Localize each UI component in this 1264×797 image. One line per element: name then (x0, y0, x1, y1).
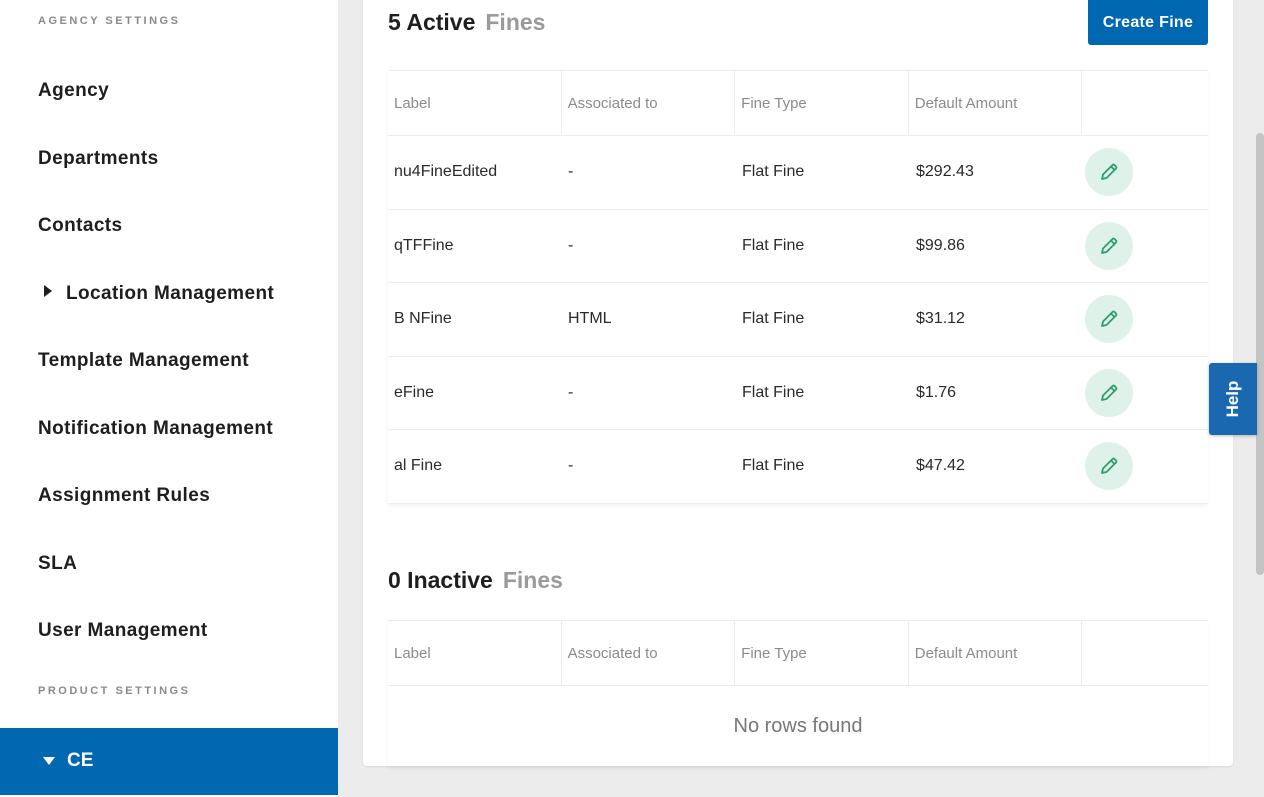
cell-associated: - (568, 383, 574, 401)
table-row: B NFine HTML Flat Fine $31.12 (388, 283, 1208, 357)
cell-associated: - (568, 236, 574, 254)
pencil-icon (1101, 163, 1118, 181)
table-header: Label Associated to Fine Type Default Am… (388, 70, 1208, 136)
table-header: Label Associated to Fine Type Default Am… (388, 620, 1208, 686)
scrollbar-thumb[interactable] (1256, 133, 1264, 575)
column-header-fine-type[interactable]: Fine Type (735, 71, 909, 135)
caret-down-icon (43, 757, 55, 765)
inactive-count: 0 Inactive (388, 567, 493, 593)
pencil-icon (1101, 237, 1118, 254)
sidebar-item-label: Location Management (66, 283, 275, 304)
column-header-fine-type[interactable]: Fine Type (735, 621, 909, 685)
edit-fine-button[interactable] (1085, 295, 1133, 344)
product-settings-label: PRODUCT SETTINGS (38, 685, 191, 697)
sidebar-item-label: Agency (38, 80, 110, 101)
sidebar-item-label: SLA (38, 553, 78, 574)
edit-fine-button[interactable] (1085, 368, 1133, 417)
cell-default-amount: $292.43 (916, 163, 974, 181)
pencil-icon (1101, 384, 1118, 401)
cell-label: eFine (394, 383, 435, 401)
cell-default-amount: $31.12 (916, 310, 965, 328)
cell-label: al Fine (394, 457, 443, 475)
sidebar-item-label: Assignment Rules (38, 485, 211, 506)
column-header-label[interactable]: Label (388, 71, 562, 135)
sidebar-item-notification-management[interactable]: Notification Management (38, 418, 273, 440)
sidebar-item-location-management[interactable]: Location Management (38, 283, 274, 305)
table-body: nu4FineEdited - Flat Fine $292.43 qTFFine - Fl… (388, 136, 1208, 504)
cell-default-amount: $47.42 (916, 457, 965, 475)
sidebar-item-label: Contacts (38, 215, 123, 236)
sidebar-item-user-management[interactable]: User Management (38, 620, 208, 642)
cell-associated: HTML (568, 310, 612, 328)
table-row: nu4FineEdited - Flat Fine $292.43 (388, 136, 1208, 210)
sidebar-item-label: Departments (38, 148, 159, 169)
cell-label: qTFFine (394, 236, 454, 254)
cell-fine-type: Flat Fine (742, 457, 805, 475)
column-header-actions (1082, 71, 1208, 135)
cell-label: B NFine (394, 310, 452, 328)
edit-fine-button[interactable] (1085, 148, 1133, 197)
edit-fine-button[interactable] (1085, 221, 1133, 270)
help-label: Help (1223, 380, 1242, 418)
sidebar-item-contacts[interactable]: Contacts (38, 215, 123, 237)
inactive-fines-heading: 0 Inactive Fines (388, 567, 563, 594)
cell-associated: - (568, 163, 574, 181)
empty-state-text: No rows found (733, 715, 863, 737)
pencil-icon (1101, 310, 1118, 328)
sidebar-item-label: User Management (38, 620, 208, 641)
column-header-associated[interactable]: Associated to (562, 71, 736, 135)
active-fines-table: Label Associated to Fine Type Default Am… (388, 70, 1208, 504)
cell-fine-type: Flat Fine (742, 163, 805, 181)
sidebar-item-assignment-rules[interactable]: Assignment Rules (38, 485, 210, 507)
sidebar-item-ce[interactable]: CE (0, 728, 338, 795)
cell-associated: - (568, 457, 574, 475)
table-row: qTFFine - Flat Fine $99.86 (388, 210, 1208, 283)
table-row: al Fine - Flat Fine $47.42 (388, 430, 1208, 504)
sidebar-item-template-management[interactable]: Template Management (38, 350, 249, 372)
create-fine-button[interactable]: Create Fine (1088, 0, 1208, 45)
agency-settings-label: AGENCY SETTINGS (38, 15, 181, 27)
column-header-actions (1082, 621, 1208, 685)
cell-default-amount: $1.76 (916, 383, 957, 401)
active-count: 5 Active (388, 9, 476, 35)
sidebar: AGENCY SETTINGS Agency Departments Conta… (0, 0, 338, 797)
edit-fine-button[interactable] (1085, 442, 1133, 491)
cell-fine-type: Flat Fine (742, 383, 805, 401)
inactive-fines-table: Label Associated to Fine Type Default Am… (388, 620, 1208, 766)
sidebar-item-label: Notification Management (38, 418, 274, 439)
column-header-default-amount[interactable]: Default Amount (909, 621, 1083, 685)
sidebar-item-agency[interactable]: Agency (38, 80, 109, 102)
help-tab[interactable]: Help (1209, 363, 1257, 435)
active-fines-heading: 5 Active Fines (388, 9, 545, 36)
cell-label: nu4FineEdited (394, 163, 498, 181)
cell-default-amount: $99.86 (916, 236, 965, 254)
active-noun: Fines (485, 9, 546, 35)
sidebar-item-label: CE (67, 750, 94, 771)
caret-right-icon (44, 285, 52, 297)
cell-fine-type: Flat Fine (742, 236, 805, 254)
column-header-label[interactable]: Label (388, 621, 562, 685)
sidebar-item-label: Template Management (38, 350, 250, 371)
table-row: eFine - Flat Fine $1.76 (388, 357, 1208, 430)
inactive-noun: Fines (502, 567, 563, 593)
cell-fine-type: Flat Fine (742, 310, 805, 328)
pencil-icon (1101, 457, 1118, 475)
column-header-associated[interactable]: Associated to (562, 621, 736, 685)
column-header-default-amount[interactable]: Default Amount (909, 71, 1083, 135)
sidebar-item-departments[interactable]: Departments (38, 148, 159, 170)
sidebar-item-sla[interactable]: SLA (38, 553, 77, 575)
